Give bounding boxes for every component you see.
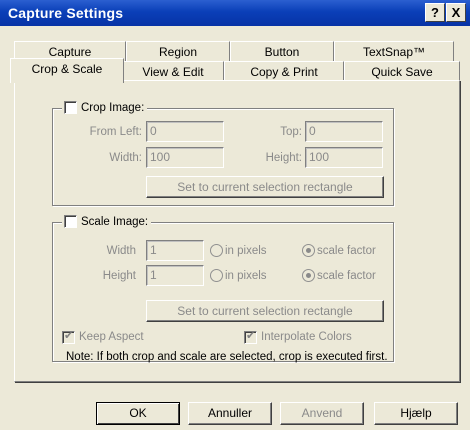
ok-button[interactable]: OK <box>96 402 180 425</box>
cancel-button[interactable]: Annuller <box>188 402 272 425</box>
interpolate-colors-checkbox[interactable] <box>244 329 257 344</box>
width-in-pixels-radio[interactable] <box>210 244 223 257</box>
crop-width-field[interactable]: 100 <box>146 147 224 168</box>
help-button[interactable]: Hjælp <box>374 402 458 425</box>
interpolate-colors-label[interactable]: Interpolate Colors <box>261 331 352 343</box>
top-label: Top: <box>280 126 302 138</box>
title-bar: Capture Settings ? X <box>0 0 470 26</box>
from-left-field[interactable]: 0 <box>146 121 224 142</box>
tab-button[interactable]: Button <box>230 41 334 63</box>
note-text: Note: If both crop and scale are selecte… <box>66 351 388 363</box>
height-scale-factor-label: scale factor <box>317 270 376 282</box>
width-scale-factor-radio[interactable] <box>302 244 315 257</box>
from-left-label: From Left: <box>89 126 142 138</box>
window-title: Capture Settings <box>8 5 124 21</box>
width-scale-factor-label: scale factor <box>317 245 376 257</box>
scale-height-label: Height <box>102 270 136 282</box>
scale-set-selection-button[interactable]: Set to current selection rectangle <box>146 300 384 322</box>
height-scale-factor-radio[interactable] <box>302 269 315 282</box>
height-in-pixels-label: in pixels <box>225 270 267 282</box>
top-field[interactable]: 0 <box>305 121 383 142</box>
crop-height-field[interactable]: 100 <box>305 147 383 168</box>
help-icon[interactable]: ? <box>425 3 445 22</box>
scale-width-label: Width <box>106 245 136 257</box>
crop-header: Crop Image: <box>62 101 148 114</box>
tab-region[interactable]: Region <box>126 41 230 63</box>
close-icon[interactable]: X <box>446 3 466 22</box>
keep-aspect-label[interactable]: Keep Aspect <box>79 331 144 343</box>
scale-height-field[interactable]: 1 <box>146 265 204 286</box>
crop-set-selection-button[interactable]: Set to current selection rectangle <box>146 176 384 198</box>
crop-width-label: Width: <box>109 152 142 164</box>
crop-image-label[interactable]: Crop Image: <box>81 102 144 114</box>
crop-image-checkbox[interactable] <box>64 101 77 114</box>
scale-header: Scale Image: <box>62 215 152 228</box>
tab-crop-scale[interactable]: Crop & Scale <box>10 58 124 83</box>
crop-height-label: Height: <box>265 152 302 164</box>
apply-button[interactable]: Anvend <box>280 402 364 425</box>
tab-textsnap[interactable]: TextSnap™ <box>334 41 454 63</box>
scale-width-field[interactable]: 1 <box>146 240 204 261</box>
scale-image-label[interactable]: Scale Image: <box>81 216 148 228</box>
keep-aspect-checkbox[interactable] <box>62 329 75 344</box>
height-in-pixels-radio[interactable] <box>210 269 223 282</box>
width-in-pixels-label: in pixels <box>225 245 267 257</box>
scale-image-checkbox[interactable] <box>64 215 77 228</box>
